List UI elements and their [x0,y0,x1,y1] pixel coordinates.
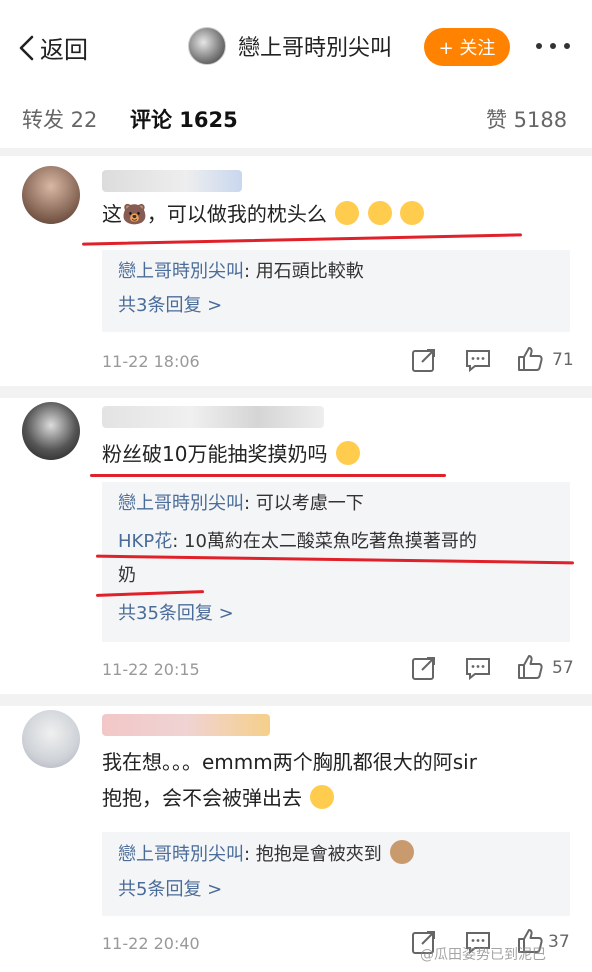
comment-item: 这🐻，可以做我的枕头么 戀上哥時別尖叫: 用石頭比較軟 共3条回复 > 11-2… [0,156,592,388]
more-replies-link[interactable]: 共35条回复 > [118,600,234,628]
laughing-face-icon [310,785,335,809]
comment-separator [0,694,592,706]
reply-user[interactable]: HKP花 [118,531,172,552]
blush-face-icon [335,201,360,225]
top-bar: 返回 戀上哥時別尖叫 + 关注 [0,0,592,92]
share-icon[interactable] [410,654,438,682]
reply-line: 戀上哥時別尖叫: 用石頭比較軟 [118,261,364,282]
thumbs-up-icon[interactable] [516,653,544,681]
blush-face-icon [367,201,392,225]
like-count: 37 [548,932,570,952]
comment-separator [0,386,592,398]
monkey-face-icon [389,840,414,864]
commenter-avatar[interactable] [22,402,80,460]
chevron-left-icon [19,35,34,60]
like-count: 71 [552,350,574,370]
commenter-name-blurred[interactable] [102,406,324,428]
tab-bar: 转发 22 评论 1625 赞 5188 [0,92,592,150]
commenter-avatar[interactable] [22,166,80,224]
share-icon[interactable] [410,346,438,374]
reply-line: 戀上哥時別尖叫: 抱抱是會被夾到 [118,840,414,869]
comment-item: 我在想。。。emmm两个胸肌都很大的阿sir 抱抱，会不会被弹出去 戀上哥時別尖… [0,706,592,972]
commenter-avatar[interactable] [22,710,80,768]
reply-user[interactable]: 戀上哥時別尖叫 [118,844,244,865]
comment-text-line2: 抱抱，会不会被弹出去 [102,782,335,814]
comment-icon[interactable] [464,346,492,374]
red-underline [82,233,522,246]
comment-text: 这🐻，可以做我的枕头么 [102,198,424,230]
account-name[interactable]: 戀上哥時別尖叫 [238,30,392,62]
like-count: 57 [552,658,574,678]
tab-comments[interactable]: 评论 1625 [130,104,238,134]
tab-likes[interactable]: 赞 5188 [486,104,567,134]
thumbs-up-icon[interactable] [516,345,544,373]
comment-time: 11-22 20:15 [102,660,200,679]
comment-text: 粉丝破10万能抽奖摸奶吗 [102,438,360,470]
comment-item: 粉丝破10万能抽奖摸奶吗 戀上哥時別尖叫: 可以考慮一下 HKP花: 10萬約在… [0,398,592,694]
follow-button[interactable]: + 关注 [424,28,510,66]
watermark: @瓜田姿势已到泥巴 [420,947,546,963]
more-replies-link[interactable]: 共5条回复 > [118,876,222,904]
blush-face-icon [399,201,424,225]
account-avatar[interactable] [188,27,226,65]
comment-time: 11-22 18:06 [102,352,200,371]
tab-reposts[interactable]: 转发 22 [22,104,97,134]
commenter-name-blurred[interactable] [102,170,242,192]
reply-line: HKP花: 10萬約在太二酸菜魚吃著魚摸著哥的 [118,531,477,552]
reply-line: 戀上哥時別尖叫: 可以考慮一下 [118,493,364,514]
reply-box[interactable]: 戀上哥時別尖叫: 用石頭比較軟 共3条回复 > [102,250,570,332]
more-replies-link[interactable]: 共3条回复 > [118,292,222,320]
comment-icon[interactable] [464,654,492,682]
shocked-face-icon [335,441,360,465]
tab-divider [0,148,592,156]
back-label: 返回 [40,36,88,64]
reply-user[interactable]: 戀上哥時別尖叫 [118,493,244,514]
reply-box[interactable]: 戀上哥時別尖叫: 抱抱是會被夾到 共5条回复 > [102,832,570,916]
red-underline [90,474,446,477]
comment-time: 11-22 20:40 [102,934,200,953]
account-title[interactable]: 戀上哥時別尖叫 [188,27,392,65]
reply-user[interactable]: 戀上哥時別尖叫 [118,261,244,282]
reply-line-continued: 奶 [118,565,136,586]
commenter-name-blurred[interactable] [102,714,270,736]
more-options-icon[interactable] [533,36,573,56]
comment-text: 我在想。。。emmm两个胸肌都很大的阿sir [102,750,477,774]
back-button[interactable]: 返回 [18,30,88,65]
